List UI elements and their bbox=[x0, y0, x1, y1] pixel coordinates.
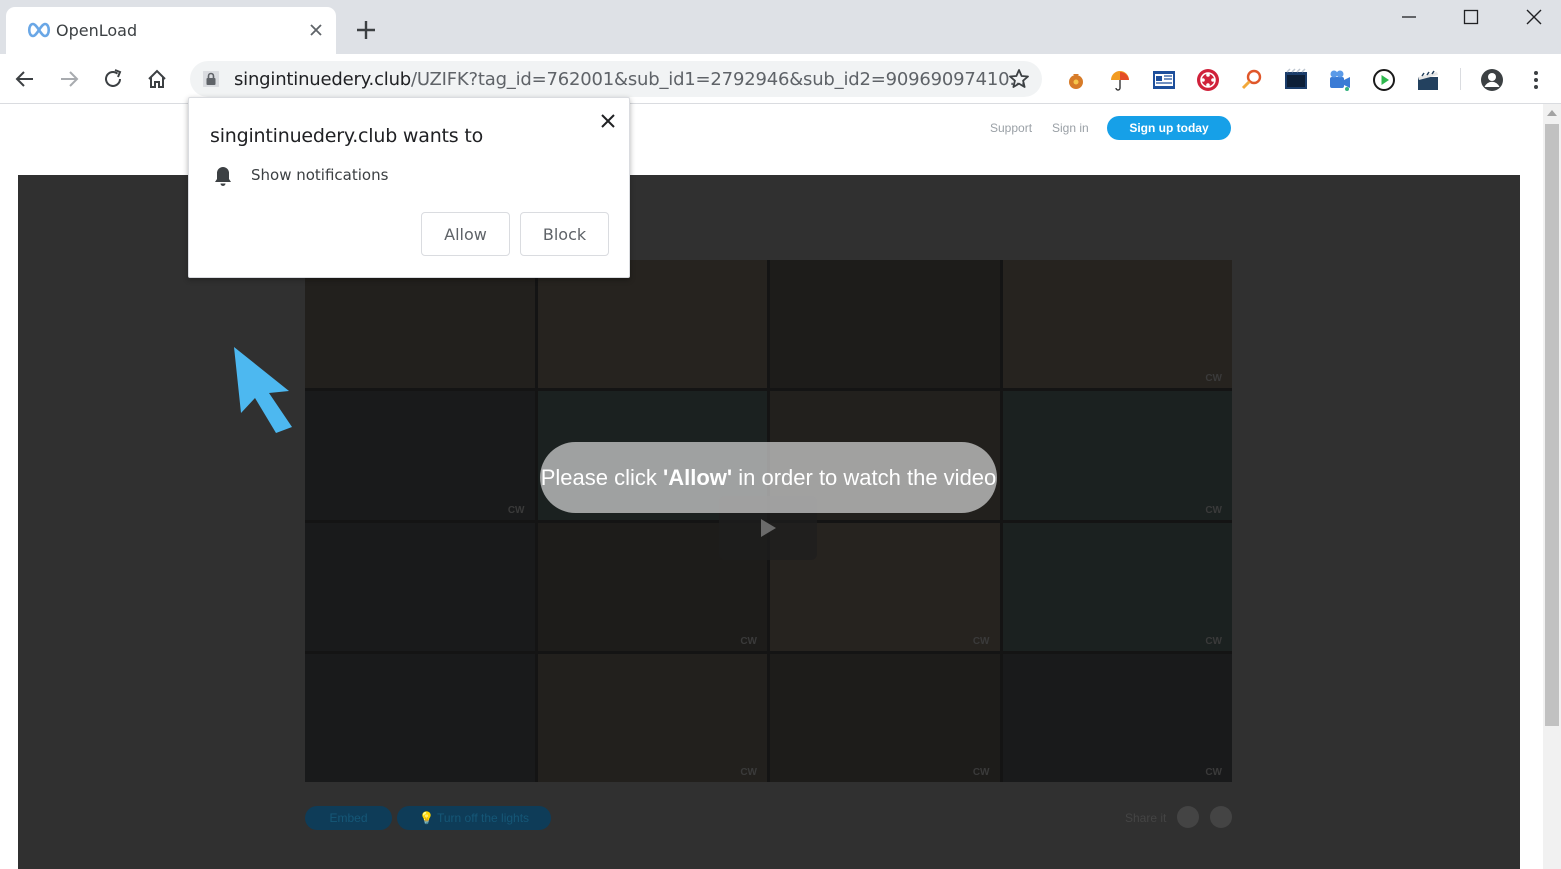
cw-watermark: CW bbox=[972, 767, 990, 778]
message-suffix: in order to watch the video bbox=[732, 464, 997, 490]
embed-button[interactable]: Embed bbox=[305, 806, 392, 830]
scroll-thumb[interactable] bbox=[1545, 124, 1559, 726]
cw-watermark: CW bbox=[1205, 635, 1222, 647]
tab-title: OpenLoad bbox=[56, 21, 138, 40]
cw-watermark: CW bbox=[1205, 504, 1222, 516]
address-bar[interactable]: singintinuedery.club/UZIFK?tag_id=762001… bbox=[190, 61, 1042, 97]
clapperboard-extension-icon[interactable] bbox=[1415, 67, 1441, 93]
message-prefix: Please click bbox=[540, 464, 663, 490]
news-extension-icon[interactable] bbox=[1151, 67, 1177, 93]
cw-watermark: CW bbox=[1205, 767, 1222, 778]
magnifier-extension-icon[interactable] bbox=[1239, 67, 1265, 93]
cw-watermark: CW bbox=[972, 635, 990, 647]
film-reel-extension-icon[interactable] bbox=[1195, 67, 1221, 93]
cw-watermark: CW bbox=[740, 635, 757, 647]
block-button[interactable]: Block bbox=[520, 212, 609, 256]
play-circle-extension-icon[interactable] bbox=[1371, 67, 1397, 93]
video-thumbnail: CW bbox=[1002, 653, 1232, 782]
video-thumbnail: CW bbox=[537, 653, 767, 782]
infinity-logo-icon bbox=[27, 22, 51, 38]
tab-strip: OpenLoad bbox=[0, 0, 1561, 54]
reload-icon[interactable] bbox=[98, 64, 128, 94]
facebook-share-icon[interactable] bbox=[1210, 806, 1232, 828]
signin-link[interactable]: Sign in bbox=[1052, 121, 1089, 135]
dialog-title: singintinuedery.club wants to bbox=[210, 125, 483, 147]
bell-icon bbox=[215, 167, 231, 186]
video-player[interactable]: CW CW CW CW CW CW CW CW CW Please click … bbox=[305, 260, 1232, 782]
notification-permission-dialog: singintinuedery.club wants to Show notif… bbox=[188, 97, 630, 278]
cw-watermark: CW bbox=[507, 504, 525, 516]
forward-arrow-icon[interactable] bbox=[54, 64, 84, 94]
new-tab-plus-icon[interactable] bbox=[353, 17, 379, 43]
dialog-close-icon[interactable] bbox=[597, 110, 619, 132]
allow-instruction-message: Please click 'Allow' in order to watch t… bbox=[540, 442, 997, 513]
message-highlight: 'Allow' bbox=[662, 464, 733, 490]
back-arrow-icon[interactable] bbox=[10, 64, 40, 94]
url-domain: singintinuedery.club bbox=[234, 69, 412, 90]
scroll-up-arrow-icon[interactable] bbox=[1547, 110, 1557, 116]
video-thumbnail: CW bbox=[1002, 522, 1232, 651]
allow-button[interactable]: Allow bbox=[421, 212, 510, 256]
money-bag-extension-icon[interactable] bbox=[1063, 67, 1089, 93]
kebab-menu-icon[interactable] bbox=[1523, 67, 1549, 93]
video-thumbnail: CW bbox=[305, 391, 535, 520]
maximize-icon[interactable] bbox=[1446, 4, 1496, 30]
page-scrollbar[interactable] bbox=[1543, 104, 1561, 869]
video-thumbnail bbox=[305, 260, 535, 389]
umbrella-extension-icon[interactable] bbox=[1107, 67, 1133, 93]
minimize-icon[interactable] bbox=[1384, 4, 1434, 30]
video-thumbnail: CW bbox=[1002, 391, 1232, 520]
video-thumbnail bbox=[305, 653, 535, 782]
lock-icon[interactable] bbox=[203, 71, 219, 87]
home-icon[interactable] bbox=[142, 64, 172, 94]
turn-off-lights-button[interactable]: 💡 Turn off the lights bbox=[397, 806, 551, 830]
video-thumbnail bbox=[770, 260, 1000, 389]
bookmark-star-icon[interactable] bbox=[1008, 68, 1030, 90]
movie-clapper-extension-icon[interactable] bbox=[1283, 67, 1309, 93]
video-camera-extension-icon[interactable] bbox=[1327, 67, 1353, 93]
toolbar-separator bbox=[1460, 68, 1461, 90]
url-text[interactable]: singintinuedery.club/UZIFK?tag_id=762001… bbox=[234, 69, 1026, 90]
pointer-arrow-icon bbox=[234, 347, 292, 433]
video-thumbnail bbox=[305, 522, 535, 651]
play-icon bbox=[761, 519, 776, 537]
signup-button[interactable]: Sign up today bbox=[1107, 116, 1231, 140]
permission-label: Show notifications bbox=[251, 166, 389, 184]
cw-watermark: CW bbox=[740, 767, 757, 778]
cw-watermark: CW bbox=[1205, 373, 1222, 385]
share-label: Share it bbox=[1125, 811, 1167, 825]
video-thumbnail: CW bbox=[770, 653, 1000, 782]
url-path: /UZIFK?tag_id=762001&sub_id1=2792946&sub… bbox=[411, 69, 1026, 90]
browser-tab[interactable]: OpenLoad bbox=[6, 7, 336, 54]
video-thumbnail: CW bbox=[1002, 260, 1232, 389]
profile-avatar-icon[interactable] bbox=[1479, 67, 1505, 93]
tab-close-icon[interactable] bbox=[304, 18, 328, 42]
video-thumbnail bbox=[537, 260, 767, 389]
dark-overlay-area: CW CW CW CW CW CW CW CW CW Please click … bbox=[18, 175, 1520, 869]
window-close-icon[interactable] bbox=[1509, 4, 1559, 30]
support-link[interactable]: Support bbox=[990, 121, 1032, 135]
twitter-share-icon[interactable] bbox=[1177, 806, 1199, 828]
